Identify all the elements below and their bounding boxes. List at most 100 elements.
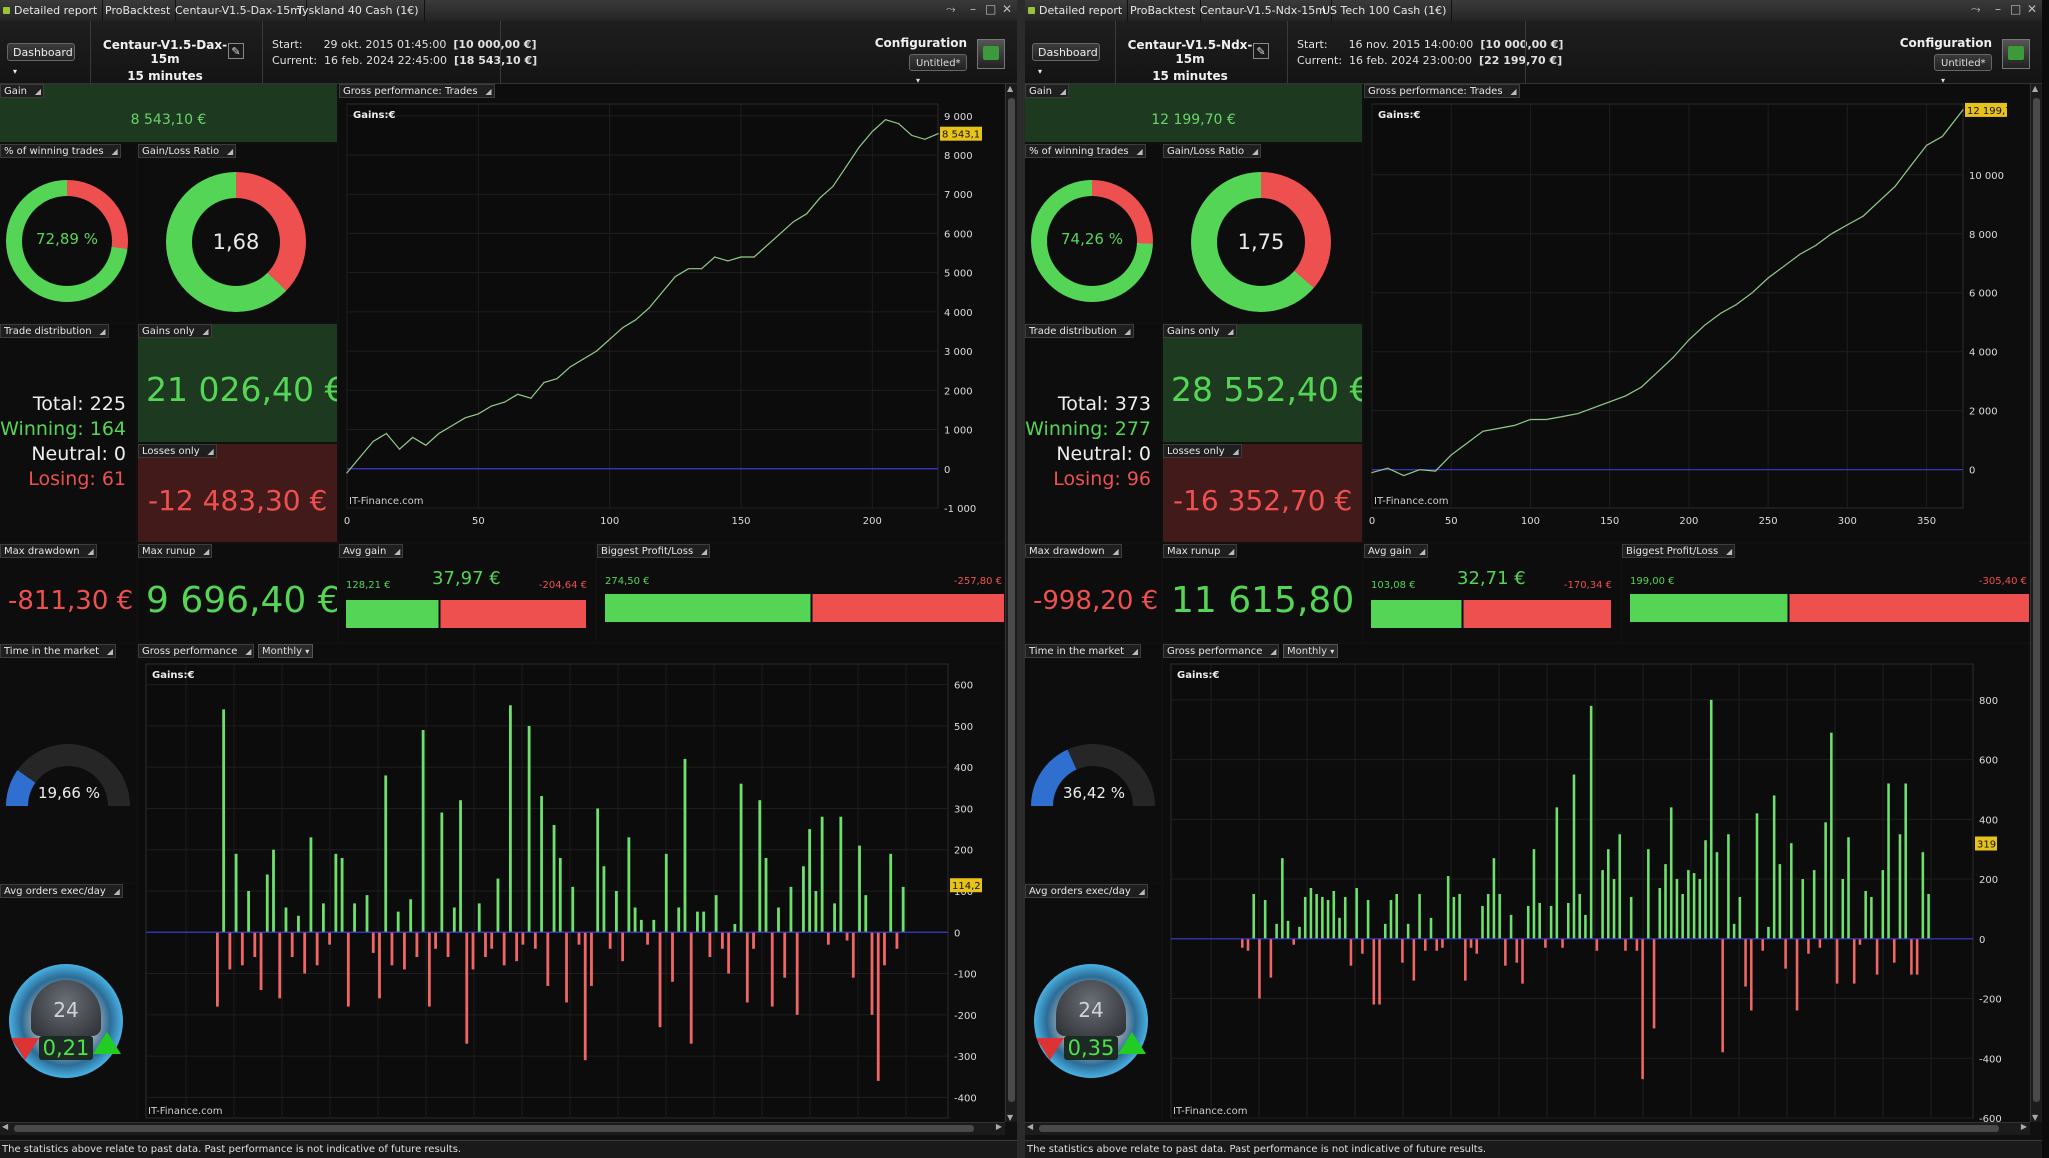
scroll-left-icon[interactable]: ◀ [2,1122,8,1131]
monthly-bar-chart[interactable]: 6005004003002001000-100-200-300-400114,2… [138,660,1004,1122]
equity-curve-chart[interactable]: 10 000 8 000 6 000 4 000 2 000 0 0 50 100 150 200 2… [1364,100,2029,542]
avg-orders-label[interactable]: Avg orders exec/day [0,884,123,899]
winning-trades-label[interactable]: % of winning trades [1025,144,1146,159]
monthly-bar [1790,843,1793,939]
y-tick-label: 6 000 [1969,289,1998,300]
vertical-scrollbar[interactable]: ▲ ▼ [1005,84,1017,1122]
share-icon[interactable]: ⤳ [946,2,956,17]
monthly-bar [895,932,899,949]
gain-label[interactable]: Gain [1025,84,1069,99]
dashboard-dropdown[interactable]: Dashboard ▾ [7,43,75,76]
gain-loss-ratio-label[interactable]: Gain/Loss Ratio [1163,144,1262,159]
scroll-down-icon[interactable]: ▼ [2032,1113,2038,1122]
max-runup-label[interactable]: Max runup [138,544,213,559]
biggest-profit-loss-label[interactable]: Biggest Profit/Loss [597,544,711,559]
gross-performance-monthly-label[interactable]: Gross performance [1163,644,1280,659]
tab-probacktest[interactable]: ProBacktest [1125,0,1202,21]
avg-gain-label[interactable]: Avg gain [339,544,404,559]
tab-instrument[interactable]: Tyskland 40 Cash (1€) [292,0,425,21]
equity-point [1371,471,1373,474]
tab-detailed-report[interactable]: Detailed report [1025,0,1129,21]
dashboard-config-icon[interactable] [2002,39,2030,69]
tab-strategy[interactable]: Centaur-V1.5-Dax-15m [170,0,307,21]
equity-point [1497,427,1500,430]
configuration-dropdown[interactable]: Untitled* ▾ [1934,54,1992,85]
gains-only-label[interactable]: Gains only [138,324,212,339]
max-drawdown-label[interactable]: Max drawdown [1025,544,1122,559]
scrollbar-thumb[interactable] [1039,1125,1999,1132]
close-icon[interactable]: ✕ [1002,2,1012,16]
max-drawdown-label[interactable]: Max drawdown [0,544,97,559]
avg-orders-label[interactable]: Avg orders exec/day [1025,884,1148,899]
max-runup-label[interactable]: Max runup [1163,544,1238,559]
scroll-left-icon[interactable]: ◀ [1027,1122,1033,1131]
gross-performance-trades-label[interactable]: Gross performance: Trades [1364,84,1520,99]
scroll-up-icon[interactable]: ▲ [1007,84,1013,93]
edit-strategy-icon[interactable]: ✎ [228,43,244,59]
minimize-icon[interactable]: – [1995,2,2001,16]
vertical-scrollbar[interactable]: ▲ ▼ [2030,84,2042,1122]
monthly-bar [1858,938,1862,945]
period-dropdown[interactable]: Monthly ▾ [1283,644,1339,658]
gross-performance-monthly-label[interactable]: Gross performance [138,644,255,659]
dashboard-label: Dashboard [13,46,73,59]
trade-distribution-label[interactable]: Trade distribution [0,324,109,339]
losses-only-label[interactable]: Losses only [1163,444,1242,459]
tab-detailed-report[interactable]: Detailed report [0,0,104,21]
report-header: Dashboard ▾ Centaur-V1.5-Ndx-15m 15 minu… [1025,21,2042,85]
report-icon [3,7,10,14]
equity-curve-chart[interactable]: 9 000 8 000 7 000 6 000 5 000 4 000 3 000 2 000… [339,100,1004,542]
dashboard-config-icon[interactable] [977,39,1005,69]
monthly-bar [490,932,494,949]
gain-loss-ratio-label[interactable]: Gain/Loss Ratio [138,144,237,159]
tab-instrument[interactable]: US Tech 100 Cash (1€) [1317,0,1453,21]
horizontal-scrollbar[interactable]: ◀ ▶ [1025,1122,2030,1135]
monthly-bar [1544,938,1547,948]
equity-point [779,232,782,235]
trade-distribution-label[interactable]: Trade distribution [1025,324,1134,339]
scroll-down-icon[interactable]: ▼ [1007,1113,1013,1122]
scrollbar-thumb[interactable] [1008,98,1015,1102]
maximize-icon[interactable]: □ [985,2,996,16]
period-dropdown[interactable]: Monthly ▾ [258,644,314,658]
gain-label[interactable]: Gain [0,84,44,99]
winning-trades-donut: 72,89 % [6,180,128,302]
configuration-dropdown[interactable]: Untitled* ▾ [909,54,967,85]
losses-only-label[interactable]: Losses only [138,444,217,459]
monthly-bar [1847,837,1850,939]
monthly-bar [1641,938,1644,1080]
edit-strategy-icon[interactable]: ✎ [1253,43,1269,59]
monthly-bar [484,932,487,958]
tab-strategy[interactable]: Centaur-V1.5-Ndx-15m [1195,0,1332,21]
dashboard-dropdown[interactable]: Dashboard ▾ [1032,43,1100,76]
time-in-market-label[interactable]: Time in the market [0,644,117,659]
monthly-bar [820,816,824,933]
monthly-bar [1366,899,1370,939]
monthly-bar-chart[interactable]: 800 600 400 200 0 -200 -400 -600 319 Gains:€ IT-Fi… [1163,660,2029,1122]
scrollbar-thumb[interactable] [2033,98,2040,1102]
horizontal-scrollbar[interactable]: ◀ ▶ [0,1122,1005,1135]
share-icon[interactable]: ⤳ [1971,2,1981,17]
tab-probacktest[interactable]: ProBacktest [100,0,177,21]
biggest-profit-loss-label[interactable]: Biggest Profit/Loss [1622,544,1736,559]
configuration-label: Configuration [874,36,967,50]
gross-performance-trades-label[interactable]: Gross performance: Trades [339,84,495,99]
equity-point [819,197,821,199]
current-date: 16 feb. 2024 22:45:00 [324,54,448,67]
equity-point [1434,470,1437,472]
time-in-market-label[interactable]: Time in the market [1025,644,1142,659]
scroll-right-icon[interactable]: ▶ [996,1122,1002,1131]
scrollbar-thumb[interactable] [14,1125,974,1132]
avg-gain-label[interactable]: Avg gain [1364,544,1429,559]
minimize-icon[interactable]: – [970,2,976,16]
scroll-right-icon[interactable]: ▶ [2021,1122,2027,1131]
window-divider[interactable] [1017,0,1025,1158]
monthly-bar [720,932,724,949]
scroll-up-icon[interactable]: ▲ [2032,84,2038,93]
winning-trades-label[interactable]: % of winning trades [0,144,121,159]
maximize-icon[interactable]: □ [2010,2,2021,16]
total-trades: Total: 225 [32,393,126,415]
gains-only-label[interactable]: Gains only [1163,324,1237,339]
watermark: IT-Finance.com [1374,496,1449,507]
close-icon[interactable]: ✕ [2027,2,2037,16]
